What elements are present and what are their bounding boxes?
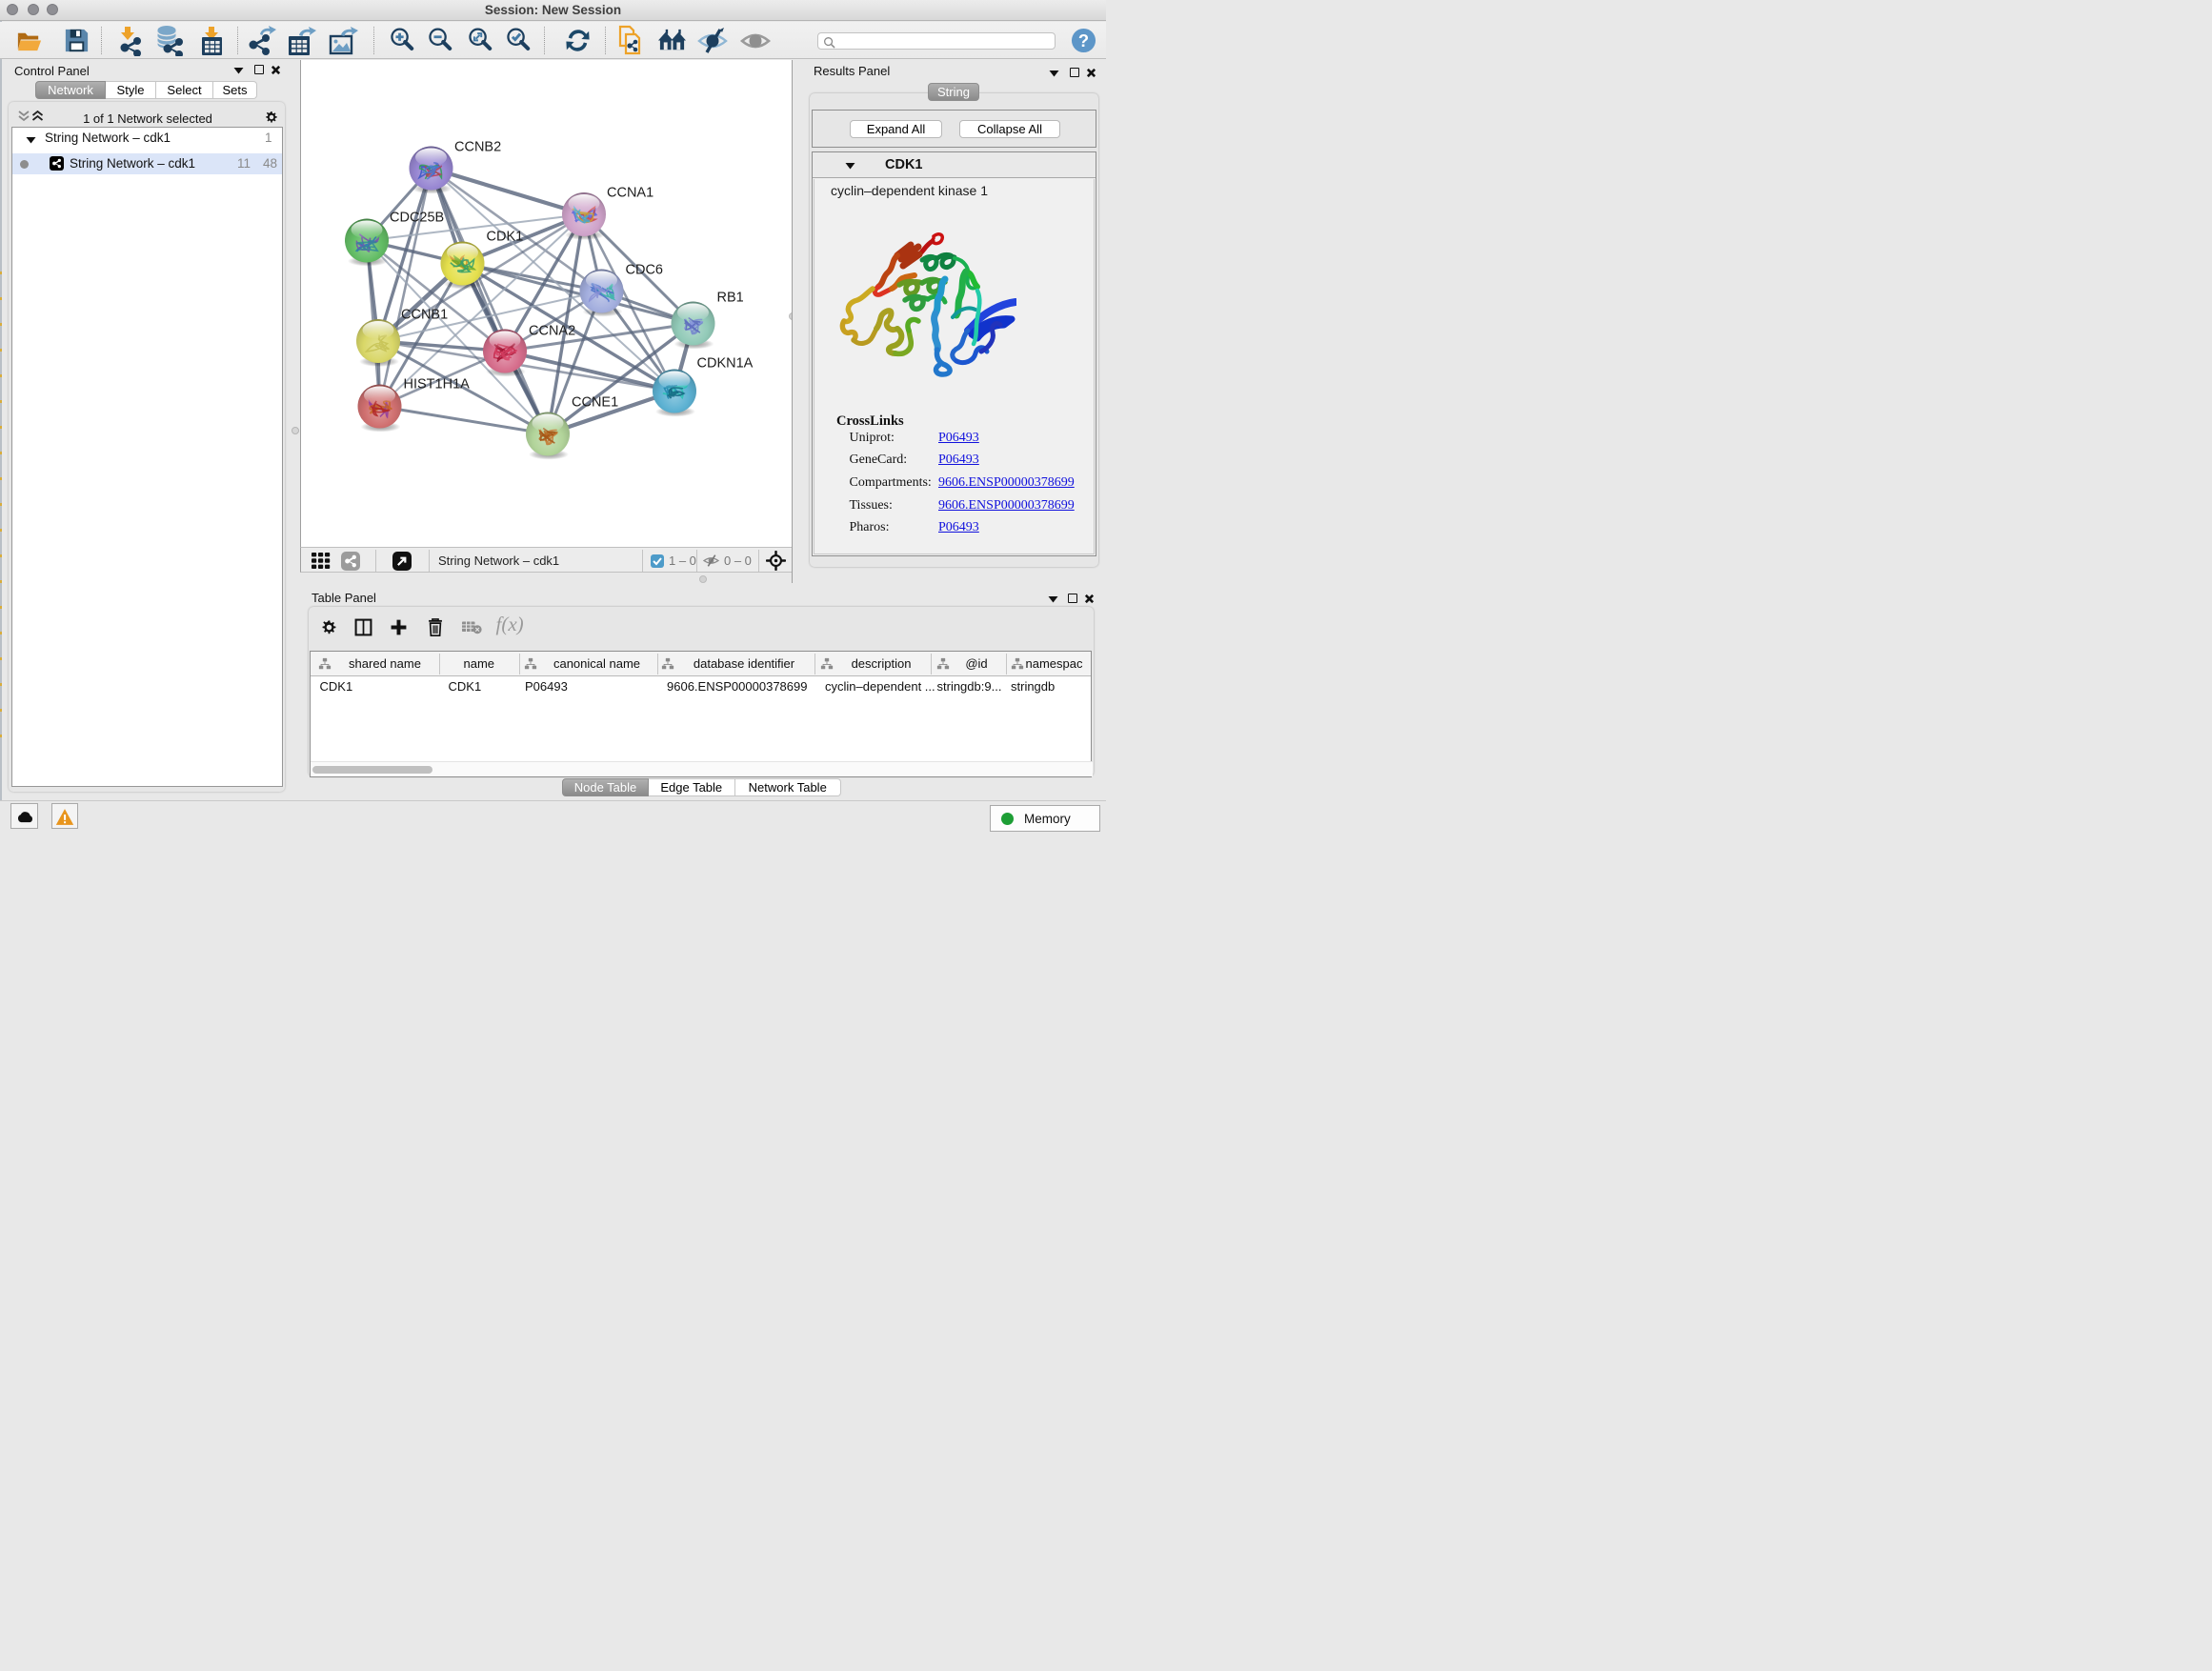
svg-text:CCNA1: CCNA1 — [607, 185, 654, 200]
svg-text:CCNE1: CCNE1 — [572, 394, 618, 410]
svg-text:CCNB1: CCNB1 — [401, 307, 448, 322]
svg-text:CDK1: CDK1 — [487, 229, 524, 244]
svg-text:HIST1H1A: HIST1H1A — [404, 376, 471, 392]
svg-text:CCNA2: CCNA2 — [529, 323, 575, 338]
svg-text:CCNB2: CCNB2 — [454, 139, 501, 154]
svg-text:CDC6: CDC6 — [626, 262, 663, 277]
svg-text:CDKN1A: CDKN1A — [697, 355, 754, 371]
svg-text:RB1: RB1 — [717, 290, 744, 305]
svg-text:CDC25B: CDC25B — [390, 210, 444, 225]
svg-text:?: ? — [1078, 30, 1089, 50]
